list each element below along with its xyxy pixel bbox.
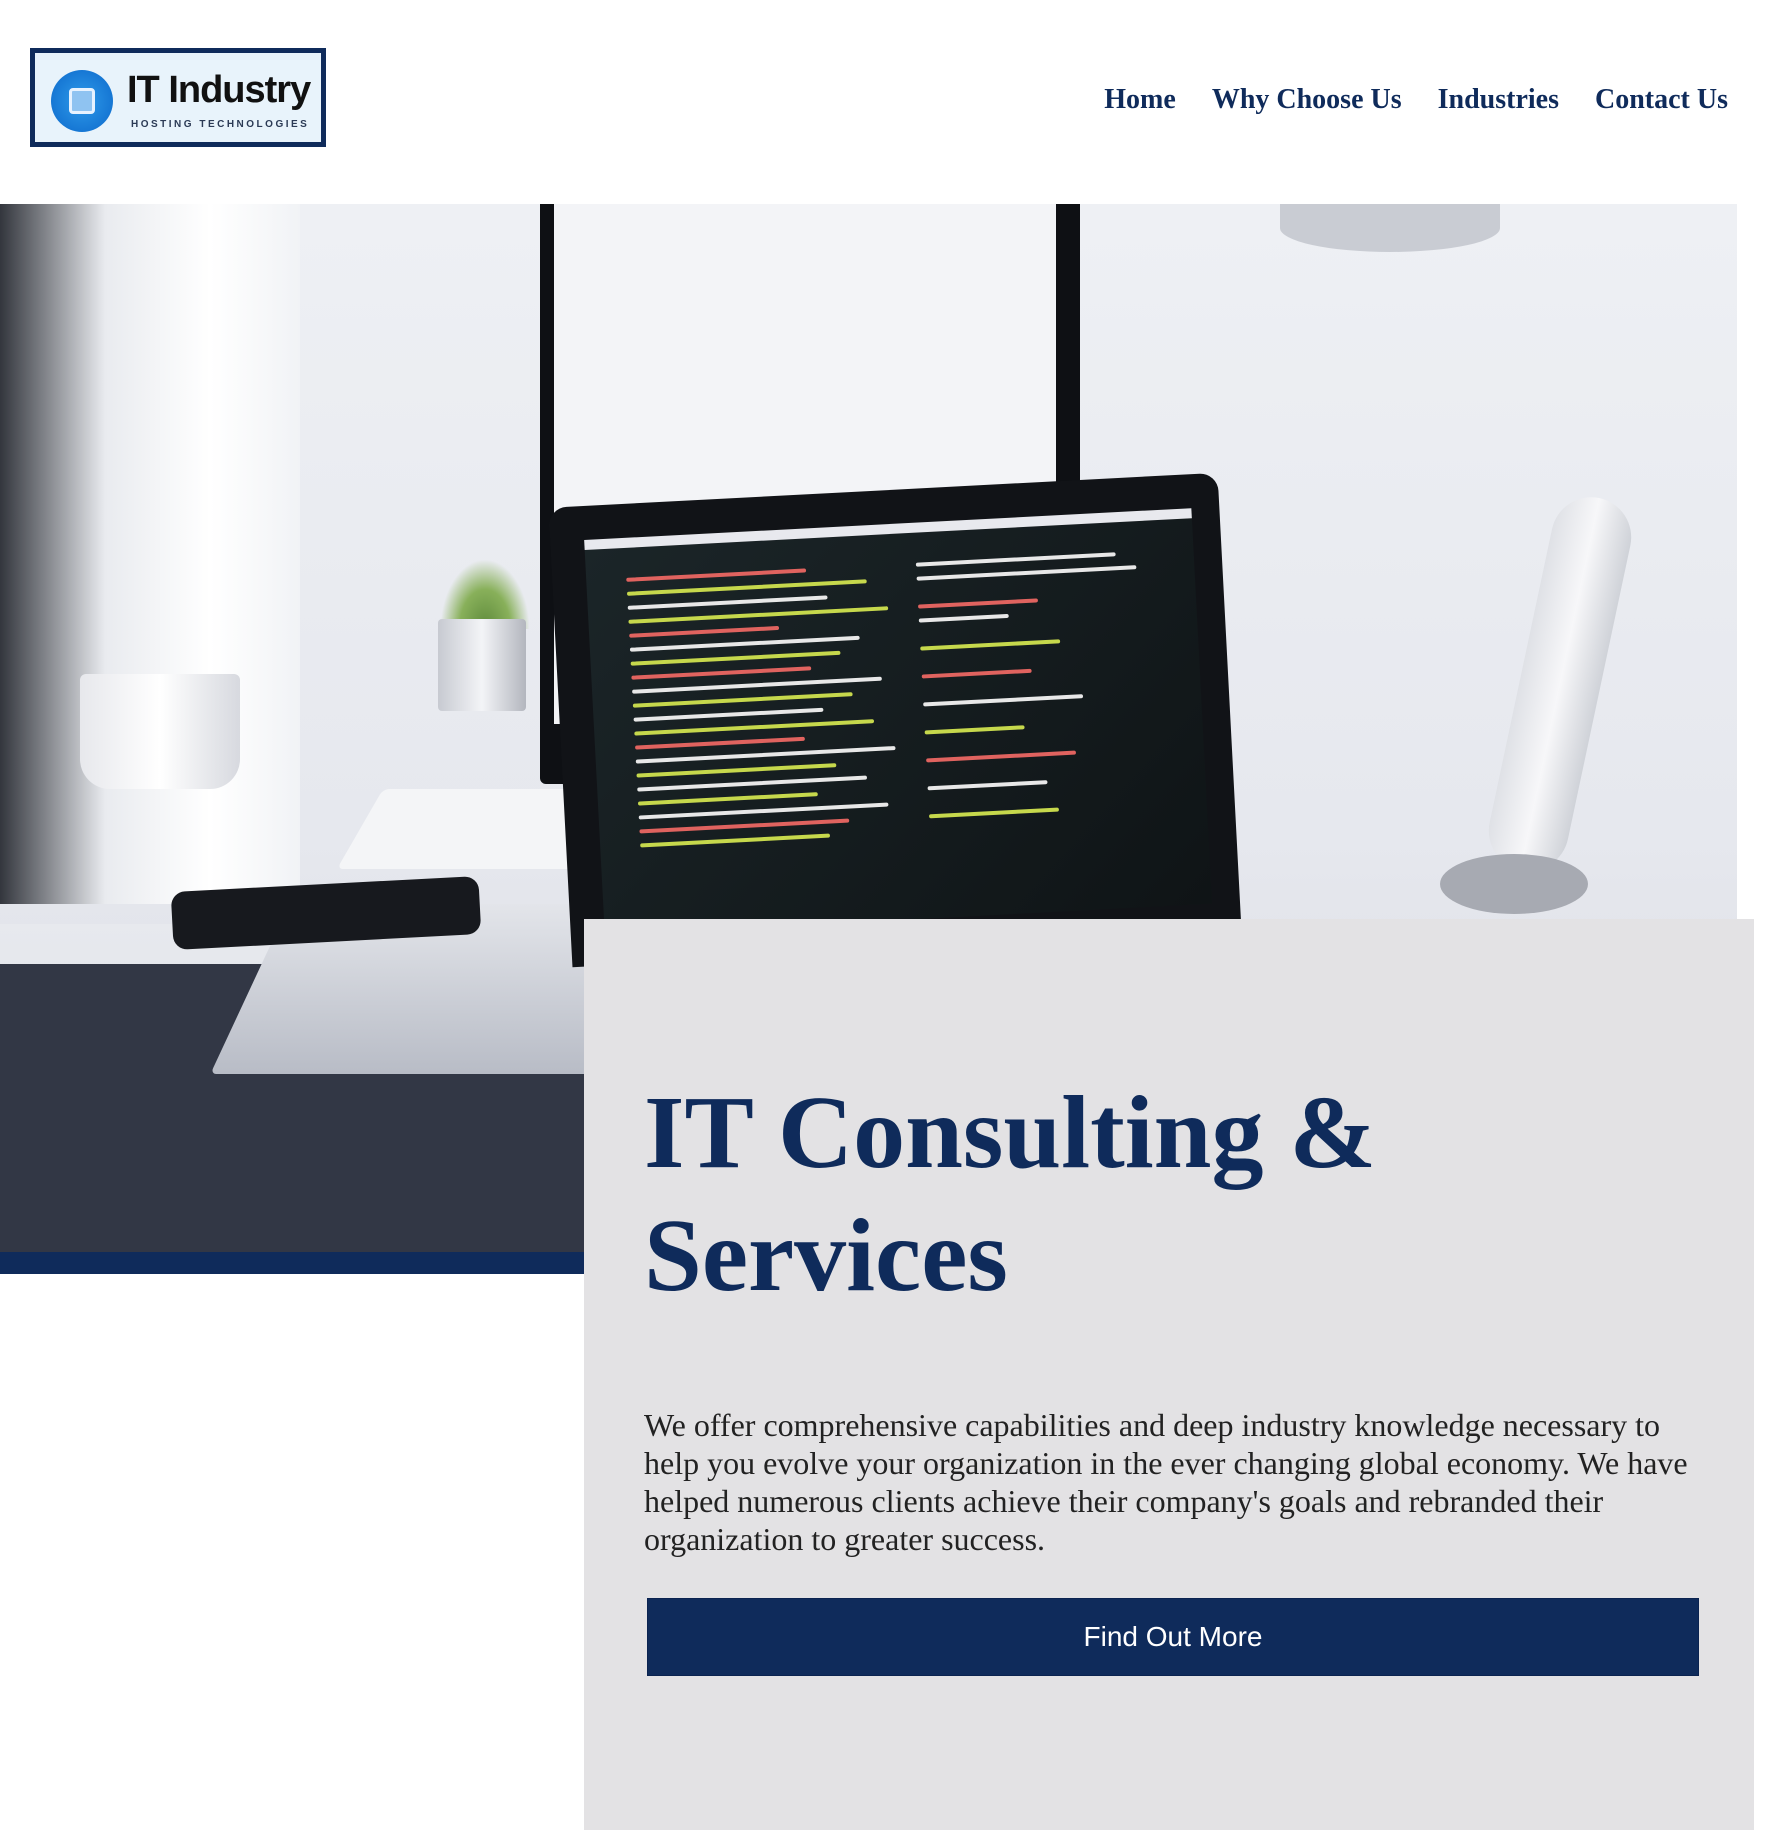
- find-out-more-button[interactable]: Find Out More: [647, 1598, 1699, 1676]
- coffee-mug: [80, 674, 240, 789]
- lamp: [1280, 204, 1500, 252]
- intro-text: We offer comprehensive capabilities and …: [644, 1407, 1688, 1557]
- chip-icon: [51, 70, 113, 132]
- plant-pot: [438, 619, 526, 711]
- nav-home[interactable]: Home: [1104, 84, 1176, 116]
- laptop: [548, 472, 1242, 968]
- nav-industries[interactable]: Industries: [1438, 84, 1559, 116]
- code-screen: [584, 508, 1213, 936]
- nav-contact-us[interactable]: Contact Us: [1595, 84, 1728, 116]
- logo-title: IT Industry: [127, 69, 311, 111]
- window-light: [0, 204, 300, 904]
- speaker-base: [1440, 854, 1588, 914]
- main-nav: Home Why Choose Us Industries Contact Us: [1104, 84, 1728, 116]
- page-title: IT Consulting & Services: [644, 1075, 1377, 1313]
- logo[interactable]: IT Industry HOSTING TECHNOLOGIES: [30, 48, 326, 147]
- speaker: [1481, 489, 1639, 879]
- hero-accent-bar: [0, 1252, 590, 1274]
- logo-subtitle: HOSTING TECHNOLOGIES: [131, 119, 310, 130]
- hero-card: IT Consulting & Services We offer compre…: [584, 919, 1754, 1830]
- nav-why-choose-us[interactable]: Why Choose Us: [1212, 84, 1402, 116]
